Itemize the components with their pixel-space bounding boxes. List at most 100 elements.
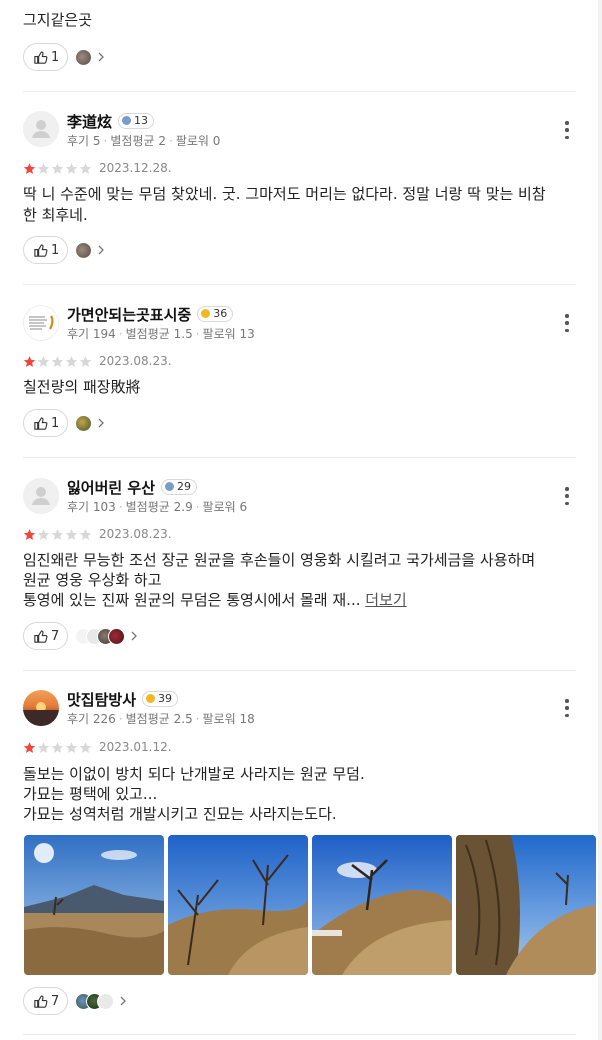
thumbs-up-icon	[34, 50, 48, 64]
level-badge: 39	[142, 690, 179, 707]
landscape-photo	[456, 835, 596, 975]
review-text: 임진왜란 무능한 조선 장군 원균을 후손들이 영웅화 시킬려고 국가세금을 사…	[23, 551, 536, 569]
read-more-link[interactable]: 더보기	[365, 591, 406, 609]
level-badge: 13	[118, 112, 155, 129]
review-text: 딱 니 수준에 맞는 무덤 찾았네. 굿. 그마저도 머리는 없다라. 정말 너…	[23, 185, 546, 203]
avatar[interactable]	[23, 690, 59, 726]
level-icon	[201, 309, 211, 318]
like-row: 1	[23, 43, 106, 71]
divider	[23, 670, 576, 671]
landscape-photo	[24, 835, 164, 975]
like-button[interactable]: 1	[23, 236, 69, 264]
reviewer-name[interactable]: 맛집탐방사 39	[67, 690, 179, 710]
like-row: 7	[23, 987, 128, 1015]
reviewer-name[interactable]: 李道炫 13	[67, 112, 155, 132]
like-button[interactable]: 1	[23, 409, 69, 437]
liker-avatars[interactable]	[75, 414, 106, 432]
level-icon	[146, 694, 156, 703]
liker-avatars[interactable]	[75, 627, 139, 645]
chevron-right-icon	[120, 996, 127, 1006]
divider	[23, 457, 576, 458]
star-empty-icon	[65, 528, 78, 540]
avatar[interactable]	[23, 111, 59, 147]
more-options-button[interactable]	[563, 487, 571, 505]
review-text: 돌보는 이없이 방치 되다 난개발로 사라지는 원균 무덤.	[23, 765, 365, 783]
thumbs-up-icon	[34, 994, 48, 1008]
default-avatar-icon	[23, 478, 59, 514]
star-empty-icon	[37, 162, 50, 174]
more-options-button[interactable]	[563, 121, 571, 139]
liker-avatar	[97, 992, 115, 1010]
chevron-right-icon	[98, 418, 105, 428]
review-photo[interactable]	[168, 835, 308, 975]
avatar[interactable]	[23, 478, 59, 514]
star-empty-icon	[37, 741, 50, 753]
avatar[interactable]	[23, 305, 59, 341]
star-empty-icon	[79, 162, 92, 174]
more-options-button[interactable]	[563, 699, 571, 717]
sunset-avatar-icon	[23, 702, 59, 726]
review-photo[interactable]	[24, 835, 164, 975]
liker-avatars[interactable]	[75, 48, 106, 66]
more-options-button[interactable]	[563, 314, 571, 332]
review-text: 한 최후네.	[23, 206, 88, 224]
rating-stars: 2023.12.28.	[23, 160, 172, 176]
rating-stars: 2023.08.23.	[23, 353, 172, 369]
star-empty-icon	[65, 162, 78, 174]
like-count: 7	[51, 628, 60, 644]
review-text: 원균 영웅 우상화 하고	[23, 571, 162, 589]
review-date: 2023.01.12.	[99, 740, 172, 754]
level-badge: 29	[161, 478, 198, 495]
liker-avatar	[75, 241, 93, 259]
scrollbar[interactable]	[598, 0, 602, 1040]
star-empty-icon	[37, 355, 50, 367]
review-text: 칠전량의 패장敗將	[23, 378, 141, 396]
liker-avatar	[75, 414, 93, 432]
like-button[interactable]: 7	[23, 622, 69, 650]
handwriting-avatar-icon	[24, 306, 58, 340]
liker-avatars[interactable]	[75, 992, 128, 1010]
landscape-photo	[168, 835, 308, 975]
reviewer-name[interactable]: 가면안되는곳표시중 36	[67, 305, 234, 325]
level-icon	[122, 116, 132, 125]
rating-stars: 2023.01.12.	[23, 739, 172, 755]
like-button[interactable]: 1	[23, 43, 69, 71]
liker-avatar	[108, 627, 126, 645]
rating-stars: 2023.08.23.	[23, 526, 172, 542]
star-empty-icon	[65, 741, 78, 753]
review-text: 가묘는 성역처럼 개발시키고 진묘는 사라지는도다.	[23, 805, 337, 823]
reviewer-name[interactable]: 잃어버린 우산 29	[67, 478, 198, 498]
star-empty-icon	[65, 355, 78, 367]
level-badge: 36	[197, 305, 234, 322]
liker-avatars[interactable]	[75, 241, 106, 259]
star-filled-icon	[23, 355, 36, 367]
thumbs-up-icon	[34, 416, 48, 430]
review-date: 2023.12.28.	[99, 161, 172, 175]
chevron-right-icon	[98, 245, 105, 255]
like-count: 1	[51, 415, 60, 431]
like-row: 1	[23, 409, 106, 437]
review-text: 통영에 있는 진짜 원균의 무덤은 통영시에서 몰래 재... 더보기	[23, 591, 407, 609]
like-count: 1	[51, 242, 60, 258]
like-row: 7	[23, 622, 139, 650]
chevron-right-icon	[98, 52, 105, 62]
divider	[23, 284, 576, 285]
like-button[interactable]: 7	[23, 987, 69, 1015]
review-date: 2023.08.23.	[99, 354, 172, 368]
review-list: 그지같은곳 1 李道炫 13 후기 5 · 별점평균 2 · 팔로워 0 2023.12.…	[0, 0, 602, 1040]
review-photo[interactable]	[312, 835, 452, 975]
star-empty-icon	[79, 528, 92, 540]
like-count: 7	[51, 993, 60, 1009]
star-empty-icon	[79, 355, 92, 367]
level-icon	[165, 482, 175, 491]
review-photo[interactable]	[456, 835, 596, 975]
reviewer-meta: 후기 103 · 별점평균 2.9 · 팔로워 6	[67, 500, 248, 514]
thumbs-up-icon	[34, 629, 48, 643]
divider	[23, 91, 576, 92]
review-date: 2023.08.23.	[99, 527, 172, 541]
landscape-photo	[312, 835, 452, 975]
default-avatar-icon	[23, 111, 59, 147]
review-text: 그지같은곳	[23, 11, 93, 29]
star-empty-icon	[51, 741, 64, 753]
thumbs-up-icon	[34, 243, 48, 257]
